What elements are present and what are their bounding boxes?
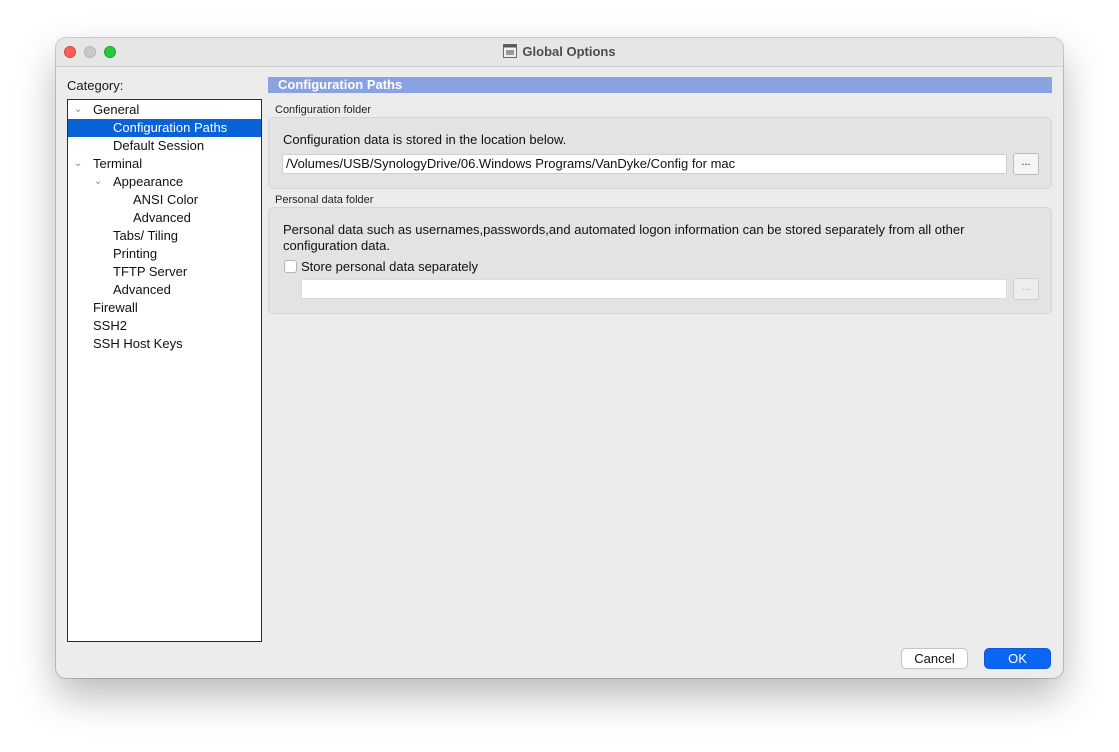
category-label: Category: xyxy=(67,78,124,93)
tree-item-label: Appearance xyxy=(113,174,184,189)
tree-item-terminal[interactable]: ⌄ Terminal xyxy=(68,155,261,173)
tree-item-label: SSH2 xyxy=(93,318,127,333)
tree-item-default-session[interactable]: Default Session xyxy=(68,137,261,155)
personal-folder-browse-button[interactable]: ... xyxy=(1013,278,1039,300)
personal-folder-group-title: Personal data folder xyxy=(275,194,374,206)
tree-item-appearance[interactable]: ⌄ Appearance xyxy=(68,173,261,191)
chevron-down-icon[interactable]: ⌄ xyxy=(74,155,82,173)
tree-item-label: General xyxy=(93,102,140,117)
tree-item-label: Terminal xyxy=(93,156,143,171)
tree-item-tabs-tiling[interactable]: Tabs/ Tiling xyxy=(68,227,261,245)
config-folder-group: Configuration data is stored in the loca… xyxy=(268,117,1052,189)
personal-folder-path-field[interactable] xyxy=(301,279,1007,299)
tree-item-firewall[interactable]: Firewall xyxy=(68,299,261,317)
tree-item-ssh2[interactable]: SSH2 xyxy=(68,317,261,335)
tree-item-label: Printing xyxy=(113,246,158,261)
store-separately-checkbox[interactable] xyxy=(284,260,297,273)
tree-item-label: Firewall xyxy=(93,300,138,315)
tree-item-general[interactable]: ⌄ General xyxy=(68,101,261,119)
config-folder-browse-button[interactable]: ... xyxy=(1013,153,1039,175)
chevron-down-icon[interactable]: ⌄ xyxy=(94,173,102,191)
window-title-wrap: Global Options xyxy=(56,43,1063,61)
tree-item-label: Default Session xyxy=(113,138,205,153)
global-options-window: Global Options Category: ⌄ General Confi… xyxy=(56,38,1063,678)
tree-item-label: TFTP Server xyxy=(113,264,188,279)
panel-header: Configuration Paths xyxy=(268,77,1052,93)
tree-item-label: ANSI Color xyxy=(133,192,199,207)
config-folder-description: Configuration data is stored in the loca… xyxy=(283,132,567,147)
tree-item-tftp-server[interactable]: TFTP Server xyxy=(68,263,261,281)
tree-item-label: SSH Host Keys xyxy=(93,336,183,351)
title-bar[interactable]: Global Options xyxy=(56,38,1063,67)
cancel-button[interactable]: Cancel xyxy=(901,648,968,669)
config-folder-group-title: Configuration folder xyxy=(275,104,372,116)
tree-item-label: Advanced xyxy=(133,210,191,225)
personal-folder-description-line2: configuration data. xyxy=(283,238,390,253)
chevron-down-icon[interactable]: ⌄ xyxy=(74,101,82,119)
tree-item-ssh-host-keys[interactable]: SSH Host Keys xyxy=(68,335,261,353)
tree-item-terminal-advanced[interactable]: Advanced xyxy=(68,281,261,299)
ok-button[interactable]: OK xyxy=(984,648,1051,669)
tree-item-printing[interactable]: Printing xyxy=(68,245,261,263)
tree-item-configuration-paths[interactable]: Configuration Paths xyxy=(68,119,261,137)
store-separately-label[interactable]: Store personal data separately xyxy=(301,259,478,275)
app-icon xyxy=(503,44,518,58)
tree-item-ansi-color[interactable]: ANSI Color xyxy=(68,191,261,209)
tree-item-appearance-advanced[interactable]: Advanced xyxy=(68,209,261,227)
window-title: Global Options xyxy=(522,44,616,59)
tree-item-label: Advanced xyxy=(113,282,171,297)
tree-item-label: Configuration Paths xyxy=(113,120,228,135)
category-tree[interactable]: ⌄ General Configuration Paths Default Se… xyxy=(67,99,262,642)
personal-folder-group: Personal data such as usernames,password… xyxy=(268,207,1052,314)
personal-folder-description-line1: Personal data such as usernames,password… xyxy=(283,222,965,237)
tree-item-label: Tabs/ Tiling xyxy=(113,228,179,243)
config-folder-path-field[interactable]: /Volumes/USB/SynologyDrive/06.Windows Pr… xyxy=(282,154,1007,174)
